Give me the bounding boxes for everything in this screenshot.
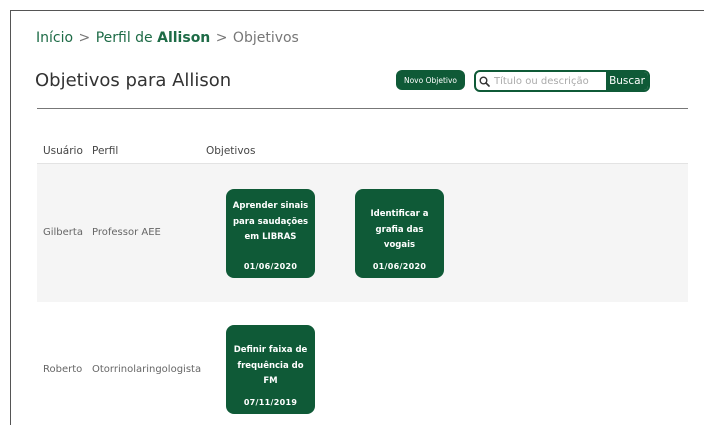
row-user: Roberto	[43, 364, 83, 375]
column-header-objectives: Objetivos	[206, 145, 256, 157]
magnifier-icon	[477, 72, 492, 90]
search-button[interactable]: Buscar	[606, 72, 648, 90]
objective-title: Aprender sinais para saudações em LIBRAS	[232, 201, 309, 242]
row-user: Gilberta	[43, 227, 83, 238]
objective-title: Identificar a grafia das vogais	[370, 209, 429, 250]
breadcrumb-current: Objetivos	[232, 30, 299, 46]
objective-card[interactable]: Aprender sinais para saudações em LIBRAS…	[226, 189, 315, 278]
breadcrumb: Início > Perfil de Allison > Objetivos	[36, 30, 299, 46]
header-divider	[37, 108, 688, 109]
breadcrumb-separator: >	[215, 30, 228, 46]
objective-card[interactable]: Identificar a grafia das vogais 01/06/20…	[355, 189, 444, 278]
objective-date: 07/11/2019	[243, 398, 298, 407]
table-row: Roberto Otorrinolaringologista Definir f…	[37, 302, 688, 425]
breadcrumb-profile-name[interactable]: Allison	[157, 30, 210, 46]
frame-border-left	[10, 10, 11, 425]
row-profile: Otorrinolaringologista	[92, 364, 202, 375]
column-header-user: Usuário	[43, 145, 83, 157]
column-header-profile: Perfil	[92, 145, 119, 157]
objective-title: Definir faixa de frequência do FM	[233, 345, 308, 386]
frame-border-top	[10, 10, 704, 11]
objective-date: 01/06/2020	[372, 262, 427, 271]
objective-date: 01/06/2020	[243, 262, 298, 271]
breadcrumb-profile-prefix[interactable]: Perfil de	[96, 30, 153, 46]
search-box: Buscar	[474, 70, 650, 92]
page-title: Objetivos para Allison	[35, 70, 232, 91]
objective-card[interactable]: Definir faixa de frequência do FM 07/11/…	[226, 325, 315, 414]
breadcrumb-separator: >	[78, 30, 91, 46]
row-profile: Professor AEE	[92, 227, 161, 238]
table-row: Gilberta Professor AEE Aprender sinais p…	[37, 163, 688, 303]
new-objective-button[interactable]: Novo Objetivo	[396, 70, 465, 90]
breadcrumb-home-link[interactable]: Início	[36, 30, 73, 46]
search-input[interactable]	[492, 72, 606, 90]
